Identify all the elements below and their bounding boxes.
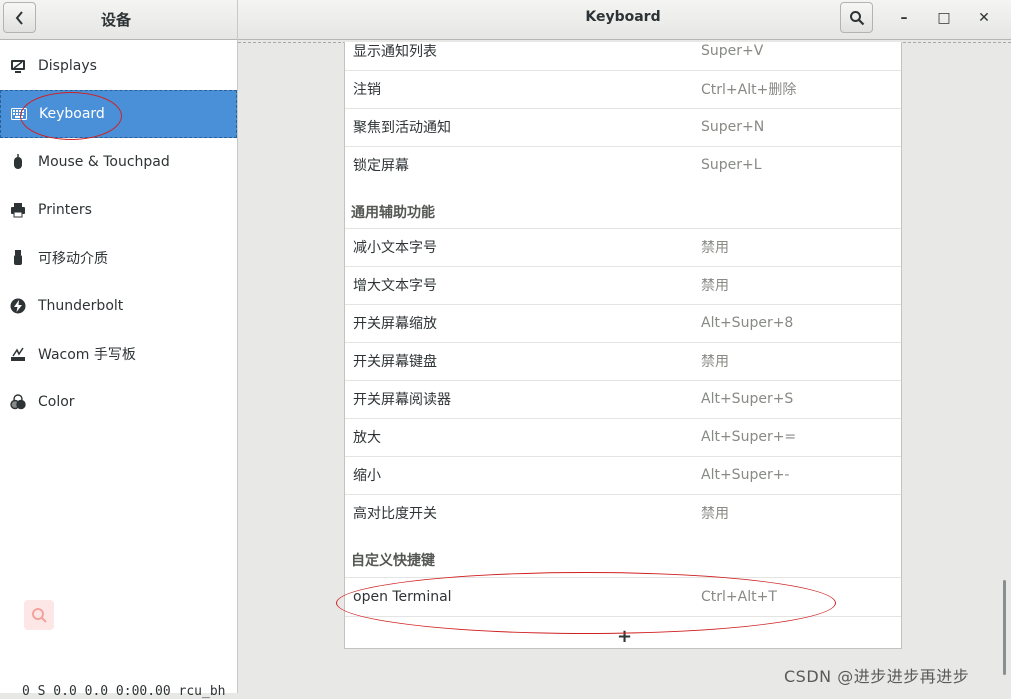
shortcut-row[interactable]: 锁定屏幕 Super+L xyxy=(345,146,901,184)
sidebar-item-label: Displays xyxy=(38,58,97,74)
shortcut-name: 注销 xyxy=(353,82,381,98)
section-heading-universal-access: 通用辅助功能 xyxy=(351,205,435,221)
close-icon: ✕ xyxy=(978,10,990,26)
shortcut-name: 缩小 xyxy=(353,468,381,484)
shortcut-accel: Super+V xyxy=(701,43,764,59)
sidebar: Displays Keyboard Mouse & Touchpad Print… xyxy=(0,40,238,693)
search-icon xyxy=(849,10,864,25)
sidebar-item-keyboard[interactable]: Keyboard xyxy=(0,90,237,138)
shortcut-name: 放大 xyxy=(353,430,381,446)
display-icon xyxy=(9,57,27,75)
shortcut-accel: 禁用 xyxy=(701,240,729,256)
mouse-icon xyxy=(9,153,27,171)
csdn-search-icon xyxy=(24,600,54,630)
color-icon xyxy=(9,393,27,411)
sidebar-item-label: Wacom 手写板 xyxy=(38,347,136,363)
shortcut-name: 聚焦到活动通知 xyxy=(353,120,451,136)
shortcut-name: 增大文本字号 xyxy=(353,278,437,294)
keyboard-icon xyxy=(10,105,28,123)
sidebar-item-wacom[interactable]: Wacom 手写板 xyxy=(0,330,237,378)
sidebar-item-thunderbolt[interactable]: Thunderbolt xyxy=(0,282,237,330)
shortcut-accel: Alt+Super+8 xyxy=(701,315,794,331)
search-button[interactable] xyxy=(840,2,873,33)
shortcut-name: 开关屏幕缩放 xyxy=(353,316,437,332)
shortcut-row[interactable]: 开关屏幕缩放 Alt+Super+8 xyxy=(345,304,901,342)
shortcut-name: 减小文本字号 xyxy=(353,240,437,256)
minimize-button[interactable]: – xyxy=(893,8,915,28)
add-shortcut-row[interactable]: + xyxy=(345,616,901,648)
custom-shortcut-row[interactable]: open Terminal Ctrl+Alt+T xyxy=(345,578,901,616)
close-button[interactable]: ✕ xyxy=(973,8,995,28)
shortcut-row[interactable]: 缩小 Alt+Super+- xyxy=(345,456,901,494)
shortcut-accel: Alt+Super+S xyxy=(701,391,794,407)
shortcut-name: 高对比度开关 xyxy=(353,506,437,522)
sidebar-item-label: Keyboard xyxy=(39,106,105,122)
shortcut-panel: 显示通知列表 Super+V 注销 Ctrl+Alt+删除 聚焦到活动通知 Su… xyxy=(238,40,1011,693)
sidebar-item-label: Mouse & Touchpad xyxy=(38,154,170,170)
shortcut-row[interactable]: 减小文本字号 禁用 xyxy=(345,228,901,266)
sidebar-item-label: Thunderbolt xyxy=(38,298,124,314)
shortcut-row[interactable]: 放大 Alt+Super+= xyxy=(345,418,901,456)
sidebar-item-color[interactable]: Color xyxy=(0,378,237,426)
tablet-icon xyxy=(9,345,27,363)
shortcut-accel: Super+L xyxy=(701,157,762,173)
shortcut-name: open Terminal xyxy=(353,589,452,605)
shortcut-row[interactable]: 注销 Ctrl+Alt+删除 xyxy=(345,70,901,108)
section-heading-custom-shortcuts: 自定义快捷键 xyxy=(351,553,435,569)
printer-icon xyxy=(9,201,27,219)
shortcut-accel: Alt+Super+= xyxy=(701,429,797,445)
sidebar-item-label: Color xyxy=(38,394,75,410)
panel-title: 设备 xyxy=(100,11,131,29)
maximize-icon: □ xyxy=(937,10,951,26)
sidebar-item-label: 可移动介质 xyxy=(38,251,108,267)
add-icon: + xyxy=(617,626,633,647)
shortcut-name: 开关屏幕阅读器 xyxy=(353,392,451,408)
maximize-button[interactable]: □ xyxy=(933,8,955,28)
shortcut-accel: Ctrl+Alt+T xyxy=(701,589,777,605)
shortcut-accel: 禁用 xyxy=(701,278,729,294)
shortcut-accel: 禁用 xyxy=(701,354,729,370)
sidebar-item-displays[interactable]: Displays xyxy=(0,42,237,90)
shortcut-accel: Ctrl+Alt+删除 xyxy=(701,82,797,98)
sidebar-item-mouse[interactable]: Mouse & Touchpad xyxy=(0,138,237,186)
shortcut-name: 锁定屏幕 xyxy=(353,158,409,174)
background-terminal-text: 0 S 0.0 0.0 0:00.00 rcu_bh xyxy=(22,684,226,699)
shortcut-row[interactable]: 显示通知列表 Super+V xyxy=(345,32,901,70)
shortcut-name: 显示通知列表 xyxy=(353,44,437,60)
minimize-icon: – xyxy=(900,10,908,26)
shortcut-accel: Alt+Super+- xyxy=(701,467,790,483)
shortcut-list: 显示通知列表 Super+V 注销 Ctrl+Alt+删除 聚焦到活动通知 Su… xyxy=(344,42,902,649)
watermark: CSDN @进步进步再进步 xyxy=(784,667,970,686)
shortcut-row[interactable]: 聚焦到活动通知 Super+N xyxy=(345,108,901,146)
shortcut-row[interactable]: 开关屏幕键盘 禁用 xyxy=(345,342,901,380)
sidebar-item-label: Printers xyxy=(38,202,92,218)
shortcut-accel: 禁用 xyxy=(701,506,729,522)
thunderbolt-icon xyxy=(9,297,27,315)
shortcut-name: 开关屏幕键盘 xyxy=(353,354,437,370)
sidebar-item-removable-media[interactable]: 可移动介质 xyxy=(0,234,237,282)
shortcut-row[interactable]: 开关屏幕阅读器 Alt+Super+S xyxy=(345,380,901,418)
scrollbar[interactable] xyxy=(1003,580,1006,675)
shortcut-row[interactable]: 增大文本字号 禁用 xyxy=(345,266,901,304)
shortcut-accel: Super+N xyxy=(701,119,765,135)
usb-drive-icon xyxy=(9,249,27,267)
shortcut-row[interactable]: 高对比度开关 禁用 xyxy=(345,494,901,532)
sidebar-item-printers[interactable]: Printers xyxy=(0,186,237,234)
header-left: 设备 xyxy=(0,0,238,40)
